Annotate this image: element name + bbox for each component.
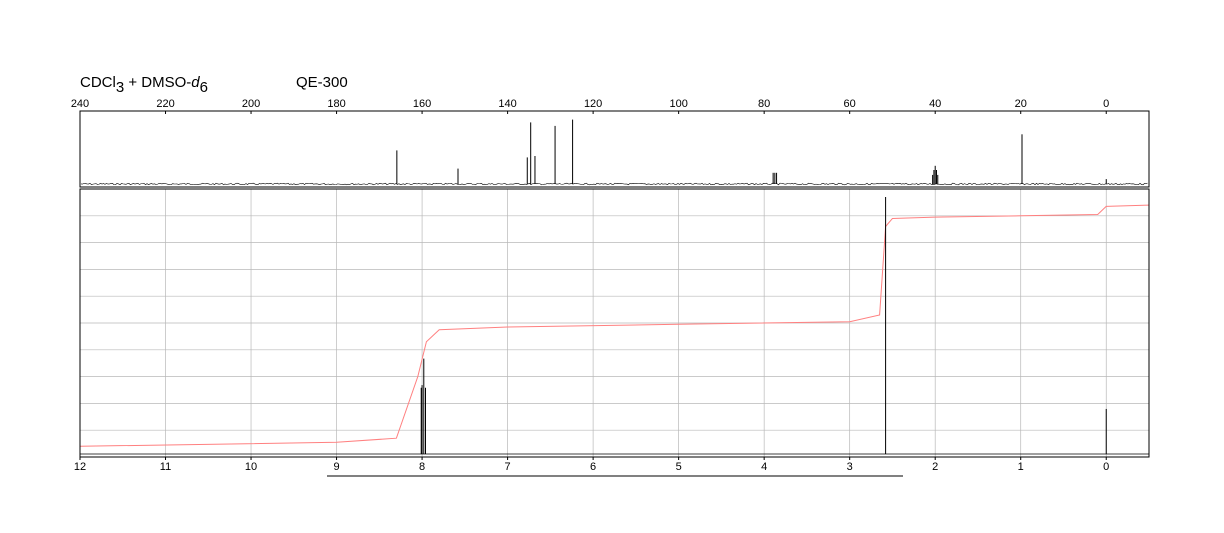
h1-tick-label: 4 <box>761 461 767 473</box>
c13-spectrum-group <box>80 119 1148 186</box>
h1-tick-label: 8 <box>419 461 425 473</box>
c13-tick-label: 100 <box>669 98 687 110</box>
c13-tick-label: 80 <box>758 98 770 110</box>
h1-tick-label: 0 <box>1103 461 1109 473</box>
c13-baseline <box>80 182 1148 186</box>
h1-tick-group: 12 11 10 9 8 7 6 5 4 3 2 1 0 <box>74 457 1109 473</box>
c13-tick-label: 120 <box>584 98 602 110</box>
h1-tick-label: 2 <box>932 461 938 473</box>
h1-tick-label: 7 <box>505 461 511 473</box>
c13-tick-label: 220 <box>156 98 174 110</box>
solvent-label: CDCl3 + DMSO-d6 <box>80 74 208 96</box>
c13-tick-label: 60 <box>844 98 856 110</box>
h1-tick-label: 12 <box>74 461 86 473</box>
h1-tick-label: 3 <box>847 461 853 473</box>
h1-grid-group <box>79 189 1149 457</box>
c13-tick-group: 240 220 200 180 160 140 120 100 80 60 40 20 0 <box>71 98 1109 114</box>
h1-integral-curve <box>79 204 1150 447</box>
instrument-label: QE-300 <box>296 74 348 91</box>
c13-tick-label: 20 <box>1015 98 1027 110</box>
h1-tick-label: 9 <box>333 461 339 473</box>
c13-tick-label: 240 <box>71 98 89 110</box>
c13-tick-label: 160 <box>413 98 431 110</box>
h1-tick-label: 1 <box>1018 461 1024 473</box>
c13-tick-label: 0 <box>1103 98 1109 110</box>
h1-tick-label: 6 <box>590 461 596 473</box>
spectrum-figure: CDCl3 + DMSO-d6 QE-300 240 220 200 180 160 14… <box>0 0 1224 528</box>
h1-integral-group <box>79 204 1150 447</box>
c13-tick-label: 140 <box>498 98 516 110</box>
c13-frame <box>79 110 1150 188</box>
h1-tick-label: 11 <box>160 461 171 473</box>
c13-tick-label: 40 <box>929 98 941 110</box>
c13-tick-label: 180 <box>327 98 345 110</box>
h1-tick-label: 10 <box>245 461 257 473</box>
c13-tick-label: 200 <box>242 98 260 110</box>
h1-tick-label: 5 <box>676 461 682 473</box>
